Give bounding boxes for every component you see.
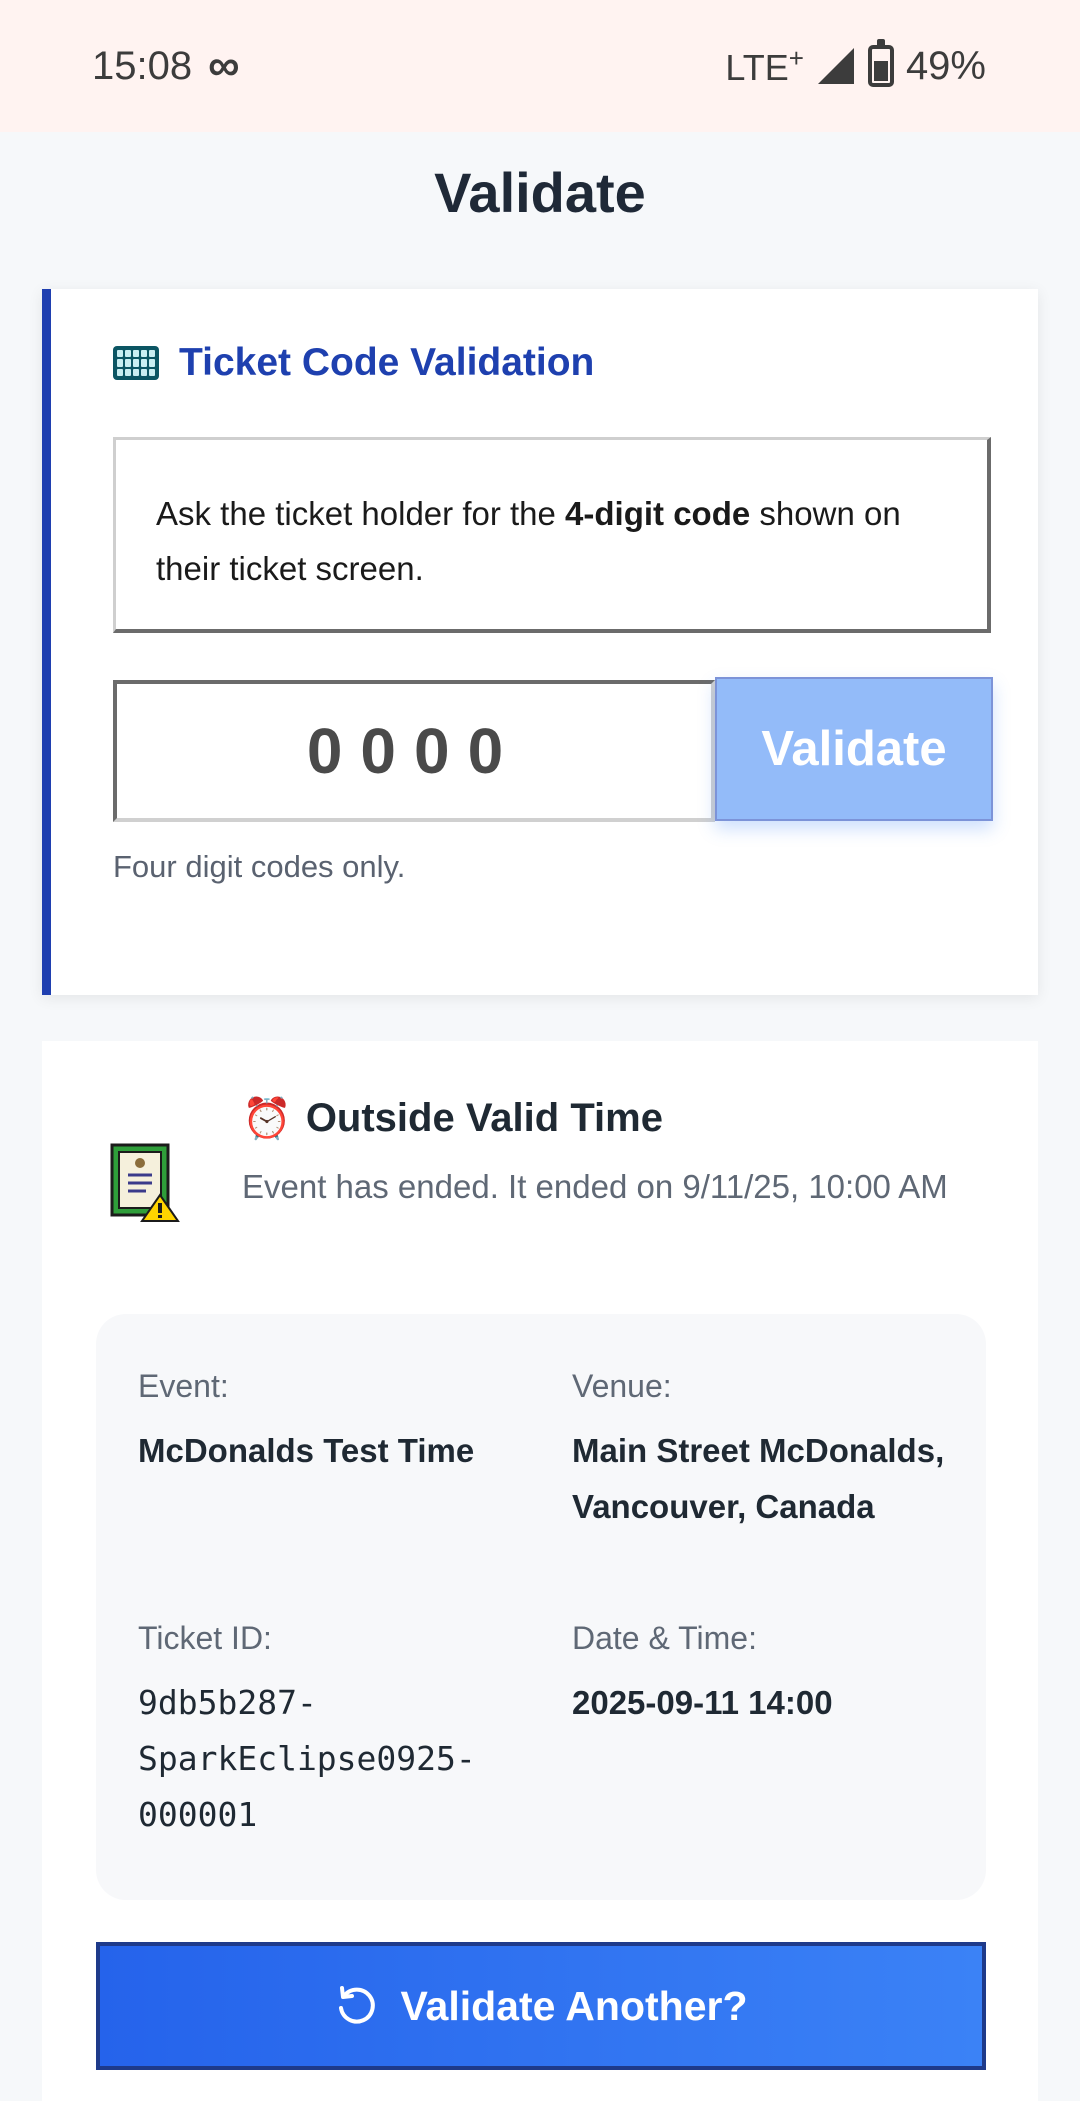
ticket-id-value: 9db5b287- SparkEclipse0925- 000001 — [138, 1683, 476, 1834]
battery-icon — [867, 39, 894, 87]
detail-ticket-id: Ticket ID: 9db5b287- SparkEclipse0925- 000… — [138, 1620, 558, 1843]
instruction-emphasis: 4-digit code — [565, 495, 751, 532]
ticket-id-label: Ticket ID: — [138, 1620, 272, 1656]
ticket-warning-icon — [110, 1143, 180, 1222]
detail-date-time: Date & Time: 2025-09-11 14:00 — [572, 1620, 972, 1731]
hint-text: Four digit codes only. — [113, 849, 406, 884]
status-title: ⏰ Outside Valid Time — [242, 1095, 663, 1142]
alarm-clock-icon: ⏰ — [242, 1097, 292, 1141]
infinity-icon: ∞ — [208, 41, 240, 90]
code-input[interactable] — [113, 680, 715, 822]
status-title-text: Outside Valid Time — [305, 1096, 663, 1140]
event-label: Event: — [138, 1368, 229, 1404]
date-time-label: Date & Time: — [572, 1620, 757, 1656]
validate-another-label: Validate Another? — [400, 1982, 748, 2029]
network-type: LTE+ — [725, 43, 804, 88]
signal-icon — [817, 48, 854, 84]
validate-button[interactable]: Validate — [715, 677, 993, 821]
validation-result-card: ⏰ Outside Valid Time Event has ended. It… — [42, 1041, 1038, 2101]
status-message: Event has ended. It ended on 9/11/25, 10… — [242, 1168, 948, 1205]
venue-label: Venue: — [572, 1368, 672, 1404]
detail-event: Event: McDonalds Test Time — [138, 1368, 538, 1479]
venue-value: Main Street McDonalds, Vancouver, Canada — [572, 1432, 945, 1525]
card-title: Ticket Code Validation — [113, 341, 594, 385]
date-time-value: 2025-09-11 14:00 — [572, 1684, 833, 1721]
ticket-details: Event: McDonalds Test Time Venue: Main S… — [96, 1314, 986, 1900]
keypad-icon — [113, 346, 159, 380]
event-value: McDonalds Test Time — [138, 1432, 475, 1469]
refresh-icon — [339, 1986, 376, 2024]
battery-level: 49% — [905, 43, 986, 88]
status-bar: 15:08 ∞ LTE+ 49% — [0, 0, 1080, 132]
validate-another-button[interactable]: Validate Another? — [96, 1942, 986, 2070]
instruction-box: Ask the ticket holder for the 4-digit co… — [113, 437, 991, 633]
ticket-code-validation-card: Ticket Code Validation Ask the ticket ho… — [42, 289, 1038, 995]
clock: 15:08 — [92, 43, 193, 88]
card-title-text: Ticket Code Validation — [179, 341, 595, 384]
detail-venue: Venue: Main Street McDonalds, Vancouver,… — [572, 1368, 972, 1535]
page-title: Validate — [434, 161, 646, 224]
